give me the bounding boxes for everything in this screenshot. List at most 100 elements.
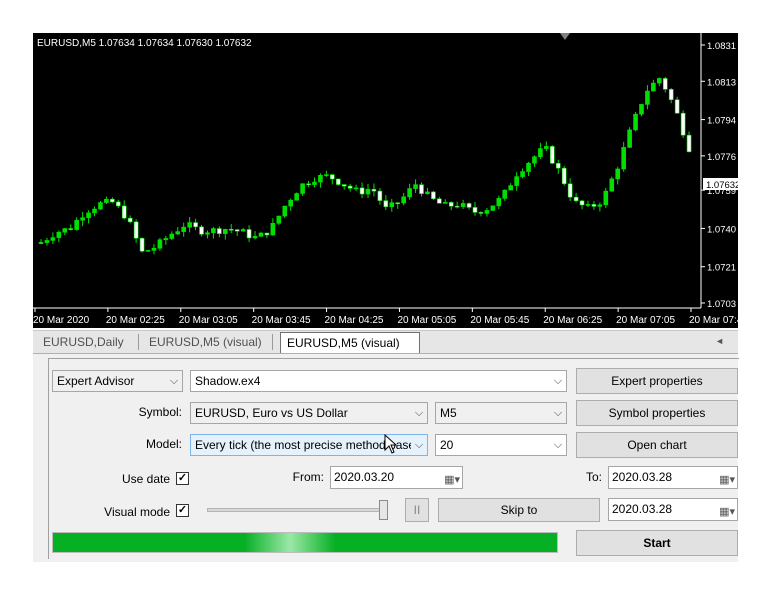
bull-candle <box>151 247 157 251</box>
price-tick-label: 1.0721 <box>707 263 736 274</box>
bear-candle <box>419 184 424 194</box>
bear-candle <box>193 222 198 228</box>
bull-candle <box>460 203 466 207</box>
bull-candle <box>282 205 288 217</box>
symbol-properties-button[interactable]: Symbol properties <box>576 400 738 426</box>
symbol-select[interactable]: EURUSD, Euro vs US Dollar ⌵ <box>190 402 428 424</box>
bull-candle <box>86 212 91 218</box>
price-tick-label: 1.0740 <box>707 224 736 235</box>
tab-eurusd-daily[interactable]: EURUSD,Daily <box>37 334 139 350</box>
bear-candle <box>448 202 454 207</box>
bull-candle <box>258 232 264 237</box>
chevron-down-icon: ⌵ <box>553 407 563 419</box>
tester-type-select[interactable]: Expert Advisor ⌵ <box>52 370 183 392</box>
bull-candle <box>389 202 395 208</box>
from-date-picker[interactable]: 2020.03.20 ▦▾ <box>330 466 463 489</box>
chart-tabs: EURUSD,Daily EURUSD,M5 (visual) EURUSD,M… <box>33 330 738 354</box>
bear-candle <box>68 228 74 230</box>
chevron-down-icon: ⌵ <box>414 407 424 419</box>
bull-candle <box>80 217 85 221</box>
bull-candle <box>312 181 317 185</box>
skip-to-date-value: 2020.03.28 <box>612 502 673 516</box>
visual-speed-slider-thumb[interactable] <box>379 500 388 520</box>
bull-candle <box>223 229 228 234</box>
bear-candle <box>395 202 401 205</box>
expert-properties-button[interactable]: Expert properties <box>576 368 738 394</box>
bull-candle <box>413 184 418 189</box>
to-date-picker[interactable]: 2020.03.28 ▦▾ <box>608 466 738 489</box>
model-value: Every tick (the most precise method base <box>195 438 416 452</box>
chevron-down-icon: ⌵ <box>169 375 179 387</box>
bull-candle <box>442 202 448 204</box>
time-tick-label: 20 Mar 07:45 <box>689 315 738 326</box>
bull-candle <box>657 78 662 84</box>
tab-eurusd-m5-visual-active[interactable]: EURUSD,M5 (visual) <box>280 332 420 353</box>
bull-candle <box>98 202 103 210</box>
bear-candle <box>217 228 222 234</box>
period-select[interactable]: M5 ⌵ <box>435 402 567 424</box>
calendar-icon[interactable]: ▦▾ <box>719 502 735 523</box>
price-tick-label: 1.0703 <box>707 299 736 310</box>
bull-candle <box>407 188 412 198</box>
bull-candle <box>502 189 508 199</box>
bear-candle <box>377 190 383 201</box>
calendar-icon[interactable]: ▦▾ <box>719 470 735 491</box>
bull-candle <box>353 187 359 190</box>
time-tick-label: 20 Mar 07:05 <box>616 315 675 326</box>
visual-speed-slider-track[interactable] <box>207 508 387 512</box>
skip-to-button[interactable]: Skip to <box>438 498 600 522</box>
bull-candle <box>621 147 626 170</box>
start-button[interactable]: Start <box>576 530 738 556</box>
bear-candle <box>121 205 127 219</box>
bear-candle <box>561 167 567 185</box>
price-tick-label: 1.0813 <box>707 77 736 88</box>
visual-mode-checkbox[interactable]: ✓ <box>176 504 189 517</box>
bull-candle <box>532 156 537 164</box>
bull-candle <box>62 228 68 233</box>
use-date-label: Use date <box>121 472 170 486</box>
bull-candle <box>324 174 329 176</box>
bear-candle <box>199 226 204 235</box>
bear-candle <box>371 189 377 192</box>
bull-candle <box>74 219 79 230</box>
from-label: From: <box>292 470 324 484</box>
bull-candle <box>496 198 502 207</box>
bear-candle <box>567 183 573 198</box>
bull-candle <box>633 113 638 131</box>
pause-button[interactable]: II <box>405 498 429 522</box>
chart-shift-marker <box>560 33 570 40</box>
bull-candle <box>585 204 591 206</box>
use-date-checkbox[interactable]: ✓ <box>176 472 189 485</box>
bull-candle <box>240 229 246 232</box>
skip-to-date-picker[interactable]: 2020.03.28 ▦▾ <box>608 498 738 521</box>
mouse-cursor-icon <box>384 434 398 454</box>
bear-candle <box>472 207 478 213</box>
calendar-icon[interactable]: ▦▾ <box>444 470 460 491</box>
open-chart-button[interactable]: Open chart <box>576 432 738 458</box>
time-tick-label: 20 Mar 05:05 <box>397 315 456 326</box>
bull-candle <box>425 191 430 194</box>
candles-group <box>38 76 692 255</box>
bear-candle <box>115 201 121 207</box>
bear-candle <box>478 212 484 214</box>
bull-candle <box>276 215 282 224</box>
bull-candle <box>157 239 163 249</box>
spread-select[interactable]: 20 ⌵ <box>435 434 567 456</box>
bull-candle <box>294 193 299 201</box>
bull-candle <box>318 174 323 183</box>
test-progress-bar <box>52 532 558 553</box>
tab-scroll-left-icon[interactable]: ◄ <box>715 336 724 346</box>
tab-eurusd-m5-visual-1[interactable]: EURUSD,M5 (visual) <box>143 334 273 350</box>
chevron-down-icon: ⌵ <box>553 375 563 387</box>
bear-candle <box>466 203 472 208</box>
bull-candle <box>56 231 62 238</box>
price-chart[interactable]: EURUSD,M5 1.07634 1.07634 1.07630 1.0763… <box>33 33 738 328</box>
bear-candle <box>686 134 692 153</box>
expert-select[interactable]: Shadow.ex4 ⌵ <box>190 370 567 392</box>
price-tick-label: 1.0794 <box>707 116 736 127</box>
bear-candle <box>330 174 335 180</box>
period-value: M5 <box>440 406 457 420</box>
bull-candle <box>169 233 175 239</box>
price-tick-label: 1.0776 <box>707 152 736 163</box>
bear-candle <box>668 89 674 101</box>
